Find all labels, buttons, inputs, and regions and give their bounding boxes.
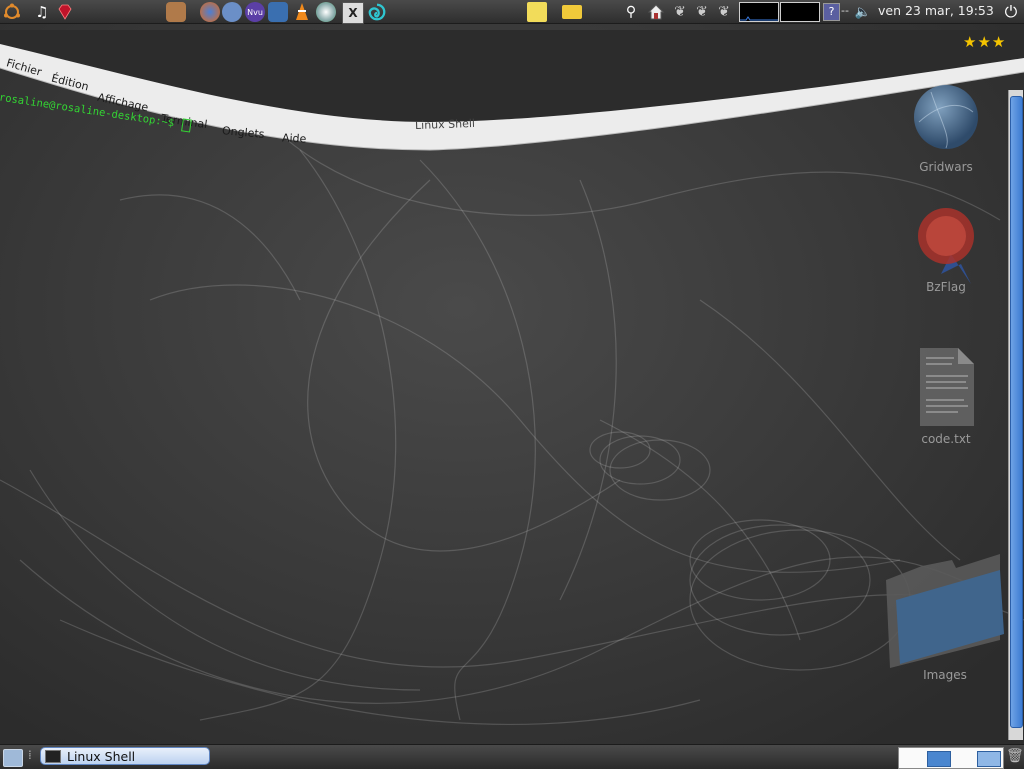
desktop-icon-gridwars[interactable]: Gridwars bbox=[901, 82, 991, 174]
network-monitor-graph[interactable] bbox=[780, 2, 820, 22]
gimp-icon[interactable]: ❦ bbox=[692, 2, 712, 22]
system-monitor-graph[interactable] bbox=[739, 2, 779, 22]
search-icon[interactable]: ⚲ bbox=[621, 2, 641, 22]
swirl-app-icon[interactable] bbox=[367, 2, 387, 22]
gimp-icon[interactable]: ❦ bbox=[714, 2, 734, 22]
help-button[interactable]: ? bbox=[823, 3, 840, 21]
ubuntu-menu-icon[interactable] bbox=[2, 2, 22, 22]
image-viewer-icon[interactable] bbox=[166, 2, 186, 22]
cd-burner-icon[interactable] bbox=[316, 2, 336, 22]
volume-level-text: -- bbox=[841, 4, 849, 17]
text-file-icon bbox=[920, 348, 974, 426]
ruby-gem-icon[interactable] bbox=[55, 2, 75, 22]
text-cursor bbox=[181, 118, 193, 133]
music-note-icon[interactable]: ♫ bbox=[32, 2, 52, 22]
taskbar-item-linux-shell[interactable]: Linux Shell bbox=[40, 747, 210, 765]
clock[interactable]: ven 23 mar, 19:53 bbox=[878, 3, 994, 18]
panel-handle[interactable]: ⁞ bbox=[28, 748, 32, 762]
sticky-notes-icon[interactable] bbox=[527, 2, 547, 22]
top-panel: ♫ Nvu X ⚲ ❦ ❦ ❦ ? -- 🔈 ven 23 mar, 19:53… bbox=[0, 0, 1024, 24]
desktop-icon-images[interactable]: Images bbox=[882, 540, 1008, 682]
bottom-panel: ⁞ Linux Shell 🗑 bbox=[0, 744, 1024, 769]
desktop-icon-label: Gridwars bbox=[919, 160, 973, 174]
gimp-icon[interactable]: ❦ bbox=[670, 2, 690, 22]
mail-icon[interactable] bbox=[222, 2, 242, 22]
show-desktop-button[interactable] bbox=[3, 749, 23, 767]
xterm-icon[interactable]: X bbox=[342, 2, 364, 24]
desktop-icon-label: code.txt bbox=[921, 432, 971, 446]
window-controls-stars[interactable]: ★★★ bbox=[963, 33, 1006, 51]
folder-icon[interactable] bbox=[562, 5, 582, 19]
desktop-icon-bzflag[interactable]: BzFlag bbox=[901, 204, 991, 294]
terminal-window[interactable]: Fichier Édition Affichage Terminal Ongle… bbox=[0, 30, 1024, 230]
scrollbar-thumb[interactable] bbox=[1010, 96, 1023, 728]
terminal-scrollbar[interactable] bbox=[1008, 90, 1023, 740]
menu-aide[interactable]: Aide bbox=[282, 131, 307, 145]
volume-icon[interactable]: 🔈 bbox=[853, 2, 873, 22]
firefox-icon[interactable] bbox=[200, 2, 220, 22]
power-icon[interactable]: ⏻ bbox=[1001, 2, 1021, 22]
folder-icon bbox=[886, 554, 1004, 668]
workspace-pager[interactable] bbox=[898, 747, 1004, 769]
desktop-icon-code-txt[interactable]: code.txt bbox=[901, 346, 991, 446]
nvu-icon[interactable]: Nvu bbox=[245, 2, 265, 22]
bzflag-seal-icon bbox=[918, 208, 974, 284]
terminal-icon bbox=[45, 749, 61, 763]
workspace-1[interactable] bbox=[927, 751, 951, 767]
vlc-icon[interactable] bbox=[292, 2, 312, 22]
home-icon[interactable] bbox=[646, 2, 666, 22]
trash-icon[interactable]: 🗑 bbox=[1006, 748, 1024, 764]
terminal-frame bbox=[0, 30, 1024, 151]
messenger-icon[interactable] bbox=[268, 2, 288, 22]
gridwars-globe-icon bbox=[914, 85, 978, 149]
window-title: Linux Shell bbox=[414, 116, 476, 133]
workspace-2[interactable] bbox=[977, 751, 1001, 767]
taskbar-item-label: Linux Shell bbox=[67, 748, 136, 764]
desktop-icon-label: Images bbox=[923, 668, 967, 682]
